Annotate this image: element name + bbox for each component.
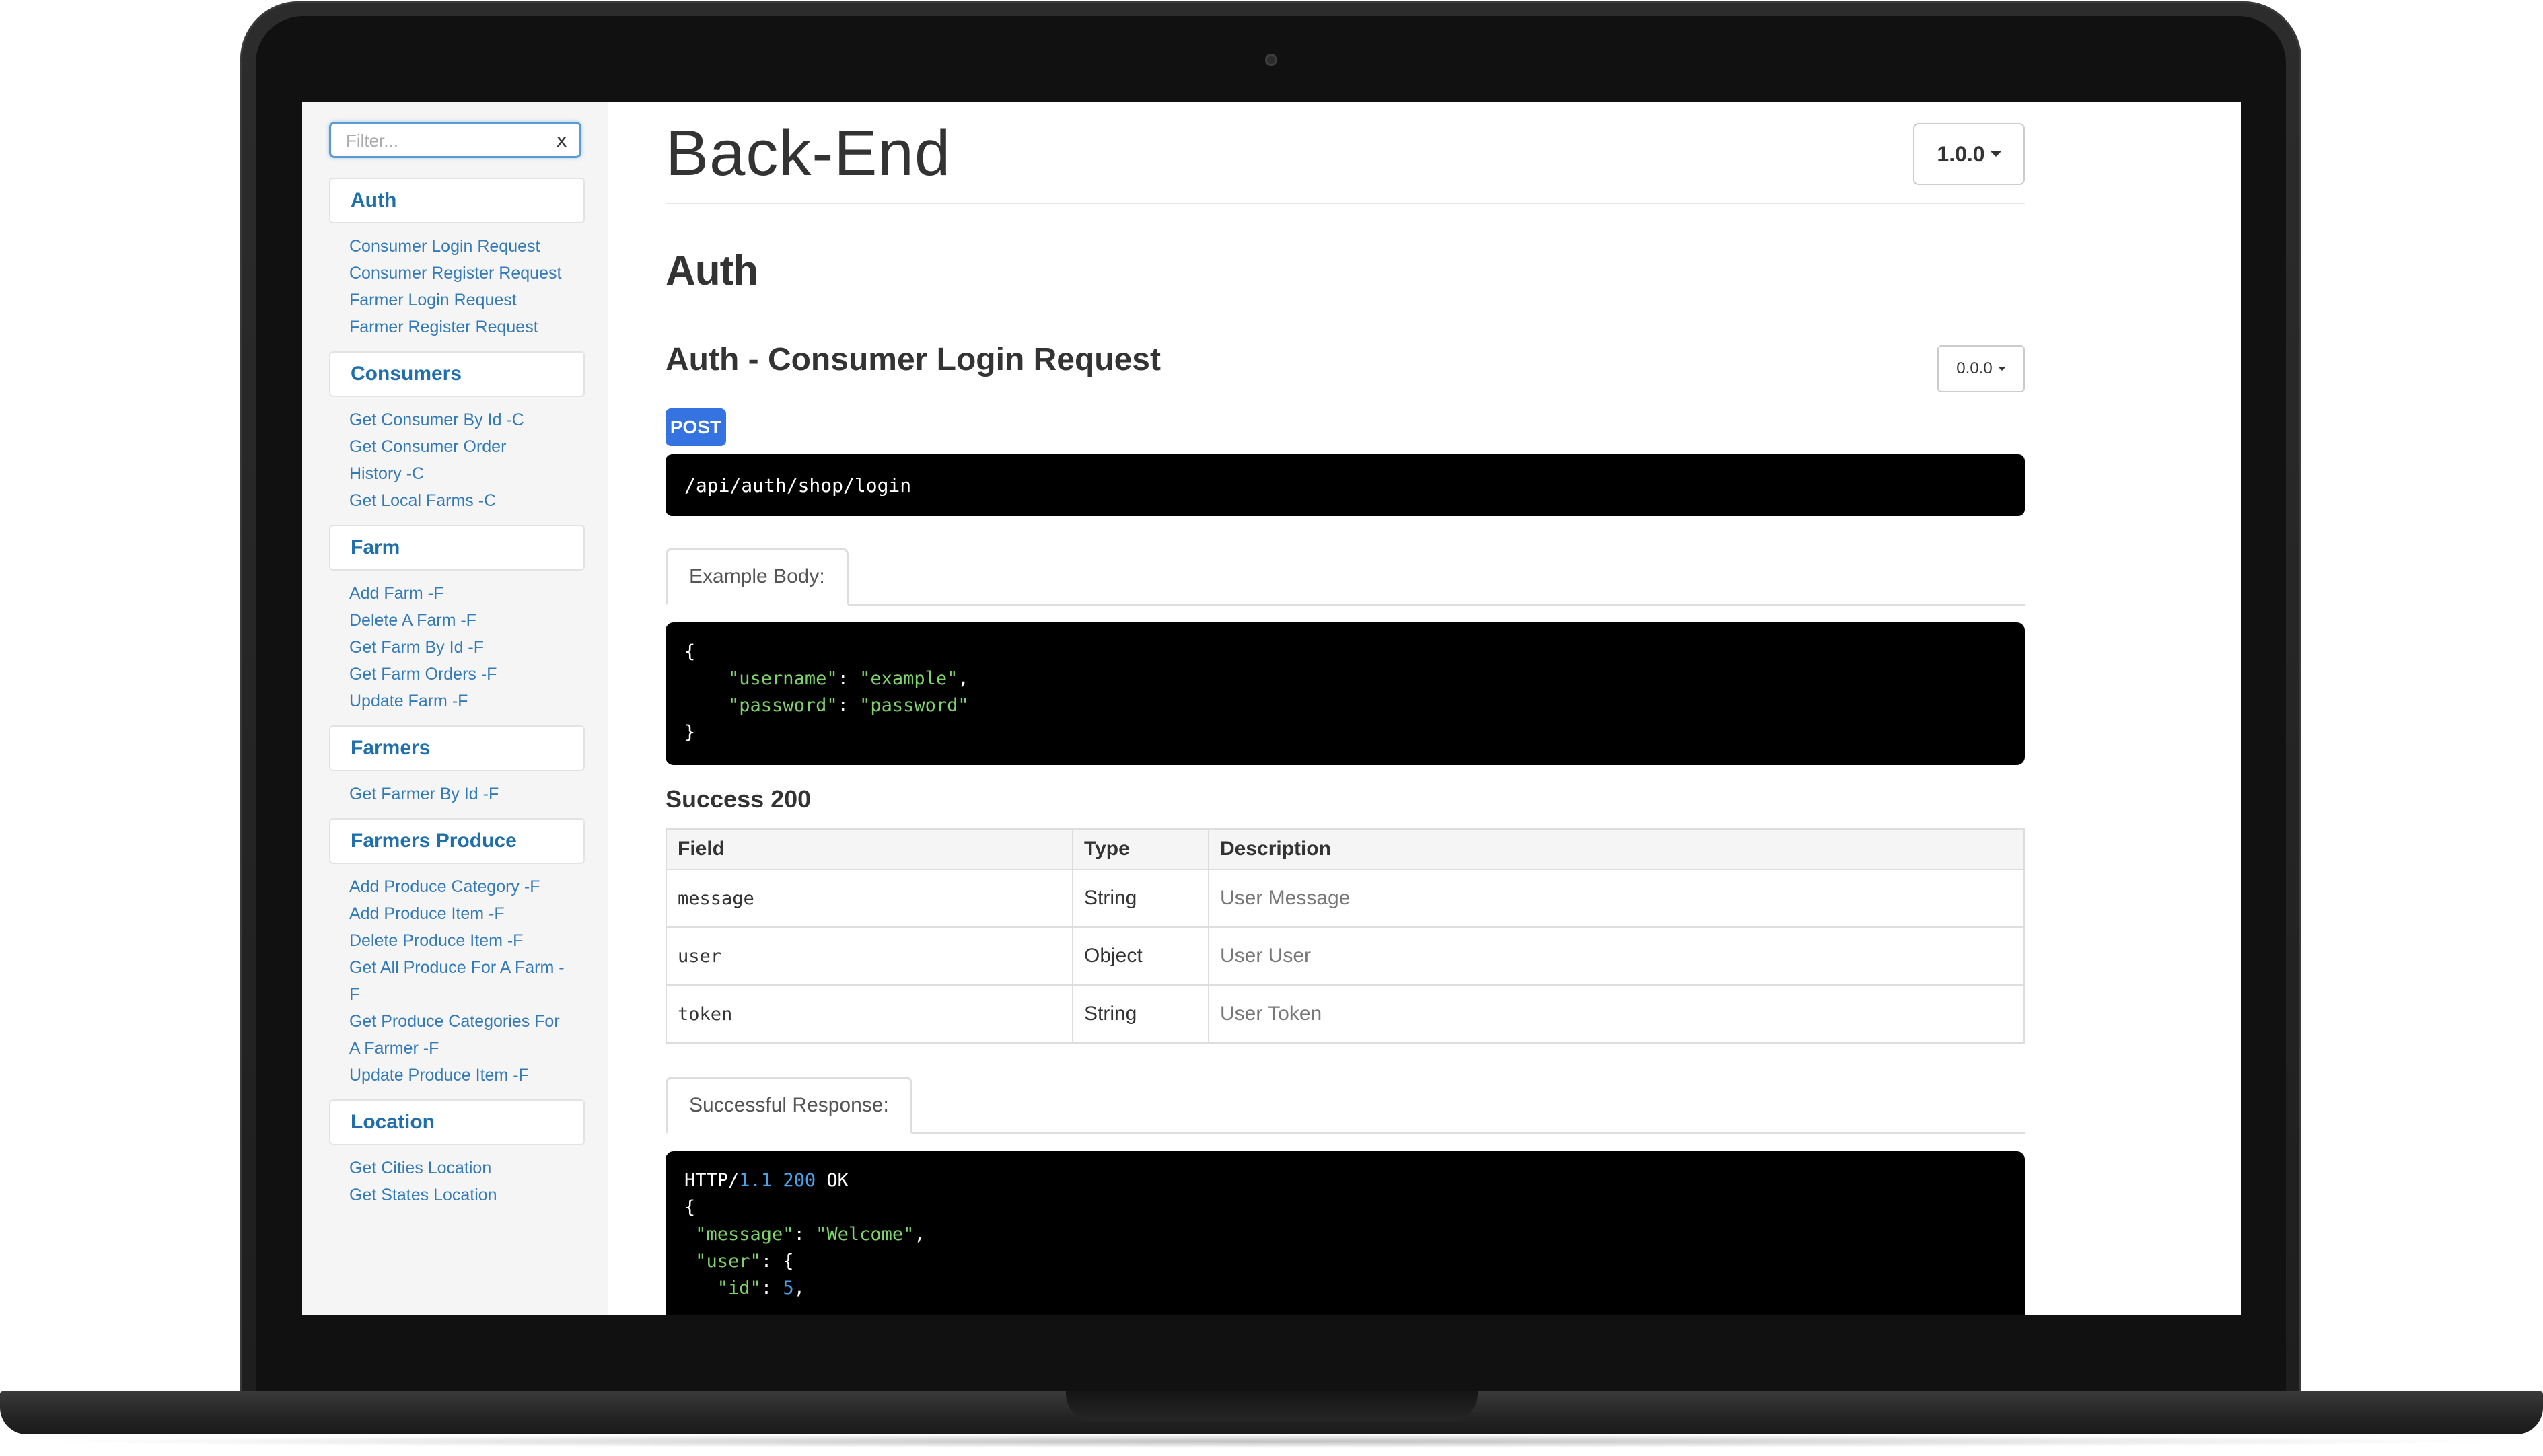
main-content: Back-End 1.0.0 Auth Auth - Consumer Logi… xyxy=(666,102,2025,1315)
clear-filter-icon[interactable]: x xyxy=(556,129,567,151)
nav-item[interactable]: Add Farm -F xyxy=(329,580,578,607)
fields-table: Field Type Description message String Us… xyxy=(666,828,2025,1044)
page-title: Back-End xyxy=(666,117,952,189)
nav-group-farm[interactable]: Farm xyxy=(329,525,585,571)
column-header: Description xyxy=(1208,828,2025,870)
nav-item[interactable]: Get All Produce For A Farm -F xyxy=(329,954,571,1008)
sidebar: x Auth Consumer Login Request Consumer R… xyxy=(302,102,608,1315)
type-cell: String xyxy=(1072,984,1209,1044)
caret-down-icon xyxy=(1997,367,2006,371)
nav-item[interactable]: Get Produce Categories For A Farmer -F xyxy=(329,1008,571,1062)
nav-item[interactable]: Farmer Register Request xyxy=(329,314,578,340)
tab-successful-response[interactable]: Successful Response: xyxy=(666,1077,912,1134)
table-row: message String User Message xyxy=(666,869,2025,928)
nav-item[interactable]: Get Consumer Order History -C xyxy=(329,433,531,487)
version-label: 1.0.0 xyxy=(1937,141,1985,166)
nav-item[interactable]: Get States Location xyxy=(329,1181,578,1208)
nav-group-farmers-produce[interactable]: Farmers Produce xyxy=(329,818,585,864)
version-dropdown[interactable]: 1.0.0 xyxy=(1913,123,2025,185)
nav-item[interactable]: Get Consumer By Id -C xyxy=(329,406,578,433)
table-row: user Object User User xyxy=(666,926,2025,986)
sidebar-nav: Auth Consumer Login Request Consumer Reg… xyxy=(329,178,585,1208)
nav-item[interactable]: Add Produce Category -F xyxy=(329,873,578,900)
description-cell: User User xyxy=(1208,926,2025,986)
nav-item[interactable]: Delete Produce Item -F xyxy=(329,927,578,954)
nav-item[interactable]: Get Cities Location xyxy=(329,1155,578,1181)
example-tabs: Example Body: xyxy=(666,546,2025,606)
type-cell: String xyxy=(1072,869,1209,928)
divider xyxy=(666,203,2025,204)
screen: x Auth Consumer Login Request Consumer R… xyxy=(302,102,2241,1315)
nav-item[interactable]: Get Local Farms -C xyxy=(329,487,578,514)
nav-group-consumers[interactable]: Consumers xyxy=(329,351,585,397)
table-header-row: Field Type Description xyxy=(666,828,2025,870)
nav-item[interactable]: Update Farm -F xyxy=(329,688,578,715)
field-cell: user xyxy=(666,926,1073,986)
laptop-hinge-notch xyxy=(1066,1391,1478,1421)
nav-item[interactable]: Get Farm By Id -F xyxy=(329,634,578,661)
caret-down-icon xyxy=(1990,151,2001,157)
endpoint-url: /api/auth/shop/login xyxy=(666,454,2025,516)
camera-icon xyxy=(1265,54,1277,66)
nav-item[interactable]: Delete A Farm -F xyxy=(329,607,578,634)
method-badge: POST xyxy=(666,408,726,446)
nav-group-location[interactable]: Location xyxy=(329,1099,585,1145)
nav-item[interactable]: Add Produce Item -F xyxy=(329,900,578,927)
filter-box[interactable]: x xyxy=(329,122,581,158)
nav-group-farmers[interactable]: Farmers xyxy=(329,725,585,771)
laptop-shadow xyxy=(27,1434,2517,1448)
type-cell: Object xyxy=(1072,926,1209,986)
response-tabs: Successful Response: xyxy=(666,1075,2025,1134)
table-row: token String User Token xyxy=(666,984,2025,1044)
nav-item[interactable]: Get Farm Orders -F xyxy=(329,661,578,688)
field-cell: message xyxy=(666,869,1073,928)
endpoint-version-dropdown[interactable]: 0.0.0 xyxy=(1937,345,2025,392)
tab-example-body[interactable]: Example Body: xyxy=(666,548,849,606)
description-cell: User Message xyxy=(1208,869,2025,928)
example-body-code: { "username": "example", "password": "pa… xyxy=(666,622,2025,765)
nav-item[interactable]: Farmer Login Request xyxy=(329,287,578,314)
nav-item[interactable]: Consumer Login Request xyxy=(329,233,578,260)
nav-item[interactable]: Get Farmer By Id -F xyxy=(329,780,578,807)
success-heading: Success 200 xyxy=(666,785,812,813)
response-code: HTTP/1.1 200 OK { "message": "Welcome", … xyxy=(666,1151,2025,1315)
field-cell: token xyxy=(666,984,1073,1044)
endpoint-title: Auth - Consumer Login Request xyxy=(666,342,1161,377)
column-header: Type xyxy=(1072,828,1209,870)
nav-group-auth[interactable]: Auth xyxy=(329,178,585,223)
filter-input[interactable] xyxy=(346,131,541,151)
column-header: Field xyxy=(666,828,1073,870)
section-title: Auth xyxy=(666,248,758,294)
description-cell: User Token xyxy=(1208,984,2025,1044)
endpoint-version-label: 0.0.0 xyxy=(1956,359,1993,377)
nav-item[interactable]: Update Produce Item -F xyxy=(329,1062,578,1089)
nav-item[interactable]: Consumer Register Request xyxy=(329,260,578,287)
